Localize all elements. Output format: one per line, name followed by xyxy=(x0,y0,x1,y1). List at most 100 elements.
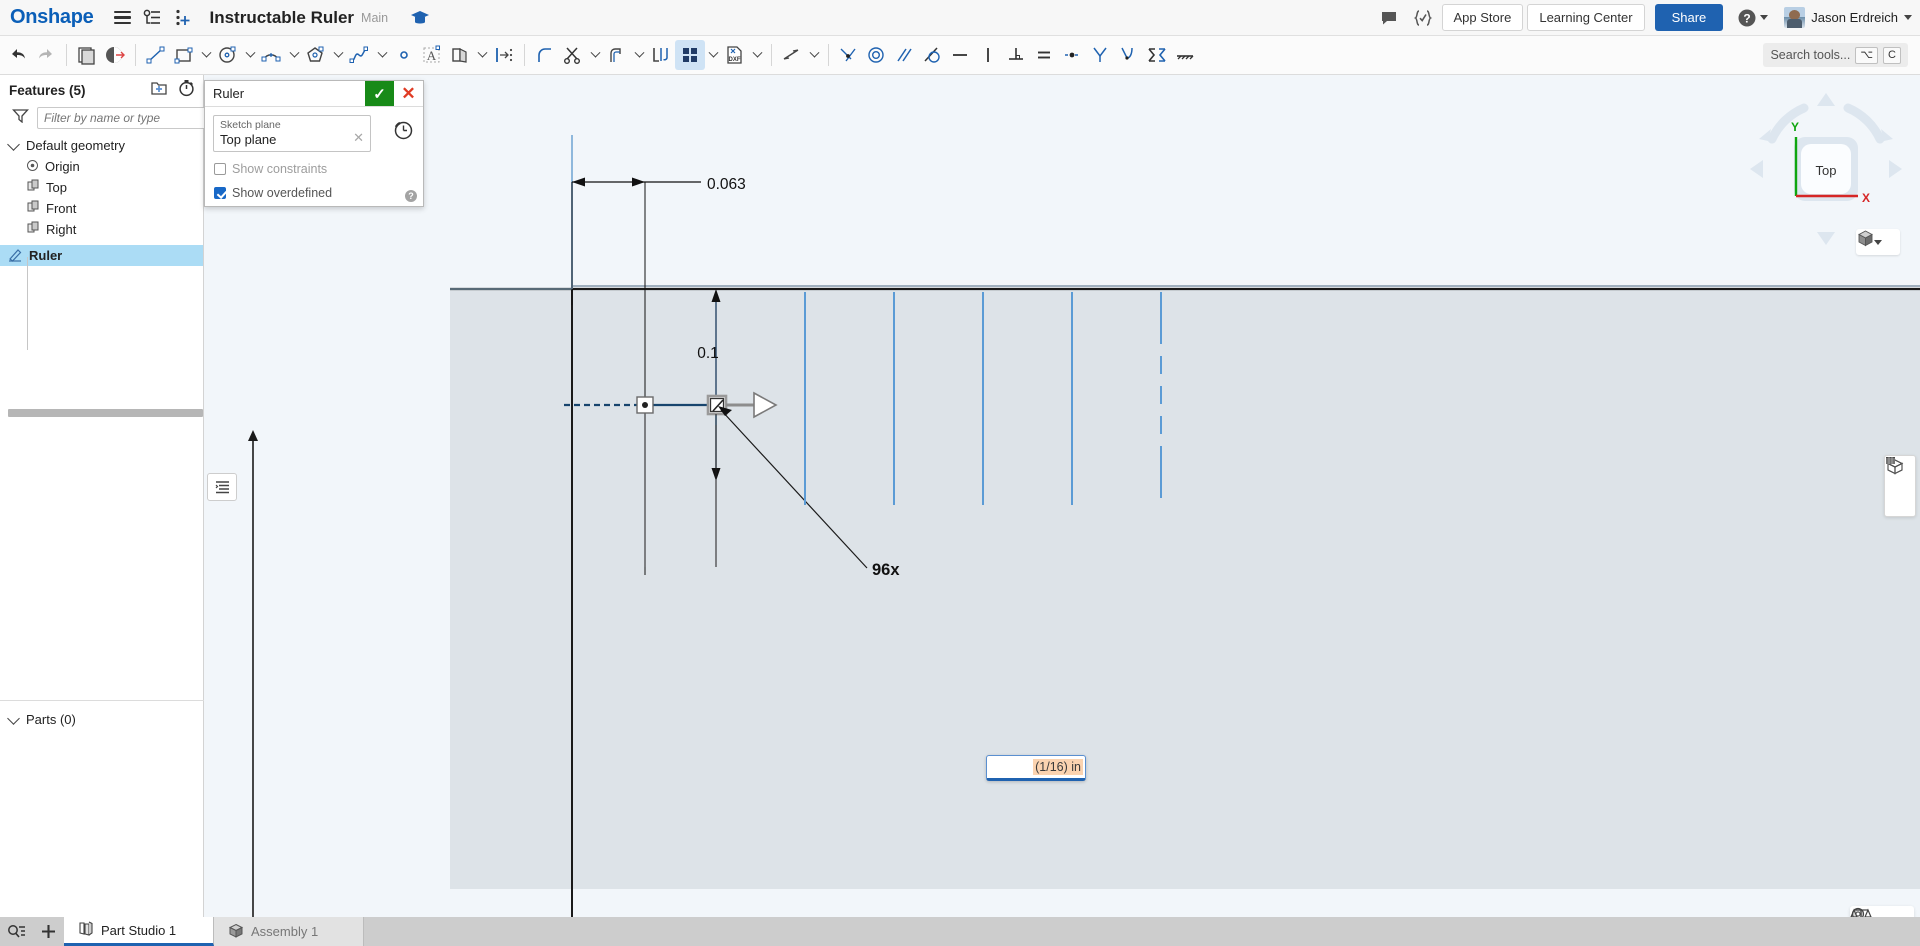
fix-constraint-button[interactable] xyxy=(1171,40,1199,70)
graduation-cap-icon[interactable] xyxy=(408,6,432,30)
arc-tool-button[interactable] xyxy=(258,40,286,70)
import-dxf-button[interactable]: DXF xyxy=(721,40,749,70)
tangent-constraint-button[interactable] xyxy=(919,40,947,70)
feature-rollback-bar[interactable] xyxy=(8,409,203,417)
view-left-arrow xyxy=(1750,160,1763,178)
plane-tool-button[interactable] xyxy=(101,40,129,70)
help-menu[interactable]: ? xyxy=(1737,8,1769,28)
display-style-dropdown[interactable] xyxy=(1856,229,1900,255)
dimension-value-text[interactable]: (1/16) in xyxy=(1033,759,1083,775)
app-store-button[interactable]: App Store xyxy=(1441,4,1524,31)
cad-canvas[interactable]: 0.063 0.1 96x (1/16) in Top Y X xyxy=(204,75,1920,946)
dimension-value-input[interactable]: (1/16) in xyxy=(986,755,1086,781)
document-title[interactable]: Instructable Ruler xyxy=(209,8,354,28)
add-feature-icon[interactable] xyxy=(167,3,197,33)
dimension-vertical-label: 0.1 xyxy=(697,345,719,362)
tab-assembly-1[interactable]: Assembly 1 xyxy=(214,917,364,946)
new-folder-icon[interactable] xyxy=(150,80,168,101)
sketch-accept-button[interactable]: ✓ xyxy=(365,81,394,106)
dxf-dropdown-chevron-down-icon[interactable] xyxy=(749,40,765,70)
perpendicular-constraint-button[interactable] xyxy=(1003,40,1031,70)
view-cube[interactable]: Top Y X xyxy=(1738,81,1914,257)
parts-group-header[interactable]: Parts (0) xyxy=(0,709,204,730)
filter-input[interactable] xyxy=(37,107,208,129)
concentric-constraint-button[interactable] xyxy=(863,40,891,70)
workspace-label[interactable]: Main xyxy=(361,11,388,25)
line-tool-button[interactable] xyxy=(142,40,170,70)
trim-button[interactable] xyxy=(559,40,587,70)
coincident-constraint-button[interactable] xyxy=(835,40,863,70)
show-overdefined-row[interactable]: Show overdefined xyxy=(213,186,415,200)
circle-tool-button[interactable] xyxy=(214,40,242,70)
sketch-cancel-button[interactable]: ✕ xyxy=(394,81,423,106)
help-icon[interactable]: ? xyxy=(405,190,417,202)
add-tab-icon[interactable] xyxy=(32,917,64,946)
sidebar-item-ruler[interactable]: Ruler xyxy=(0,245,203,266)
sketch-history-icon[interactable] xyxy=(394,121,413,145)
symmetric-constraint-button[interactable] xyxy=(1087,40,1115,70)
dimension-dropdown-chevron-down-icon[interactable] xyxy=(806,40,822,70)
use-project-button[interactable] xyxy=(647,40,675,70)
feature-list-button[interactable] xyxy=(207,473,237,501)
circle-dropdown-chevron-down-icon[interactable] xyxy=(242,40,258,70)
new-sketch-button[interactable] xyxy=(73,40,101,70)
point-tool-button[interactable] xyxy=(390,40,418,70)
history-timer-icon[interactable] xyxy=(178,79,195,102)
spline-dropdown-chevron-down-icon[interactable] xyxy=(374,40,390,70)
sketch-plane-field[interactable]: Sketch plane Top plane ✕ xyxy=(213,115,371,152)
sidebar-item-front[interactable]: Front xyxy=(0,198,203,219)
mirror-dropdown-chevron-down-icon[interactable] xyxy=(474,40,490,70)
hamburger-menu-icon[interactable] xyxy=(107,3,137,33)
show-overdefined-checkbox[interactable] xyxy=(214,187,226,199)
sketch-fillet-button[interactable] xyxy=(531,40,559,70)
default-geometry-group[interactable]: Default geometry xyxy=(0,135,203,156)
clear-x-icon[interactable]: ✕ xyxy=(353,130,364,146)
sidebar-item-origin[interactable]: Origin xyxy=(0,156,203,177)
polygon-tool-button[interactable] xyxy=(302,40,330,70)
show-constraints-checkbox[interactable] xyxy=(214,163,226,175)
midpoint-constraint-button[interactable] xyxy=(1059,40,1087,70)
user-menu[interactable]: Jason Erdreich xyxy=(1784,7,1912,28)
offset-dropdown-chevron-down-icon[interactable] xyxy=(631,40,647,70)
search-input[interactable]: Search tools... xyxy=(1770,48,1850,62)
search-tools-box[interactable]: Search tools... ⌥ C xyxy=(1763,43,1908,67)
spline-tool-button[interactable] xyxy=(346,40,374,70)
render-view-button[interactable] xyxy=(1885,457,1915,516)
trim-dropdown-chevron-down-icon[interactable] xyxy=(587,40,603,70)
featurescript-icon[interactable] xyxy=(1408,3,1438,33)
polygon-dropdown-chevron-down-icon[interactable] xyxy=(330,40,346,70)
curvature-constraint-button[interactable] xyxy=(1115,40,1143,70)
dimension-button[interactable] xyxy=(778,40,806,70)
equal-constraint-button[interactable] xyxy=(1031,40,1059,70)
onshape-logo[interactable]: Onshape xyxy=(10,6,94,29)
mirror-tool-button[interactable] xyxy=(446,40,474,70)
share-button[interactable]: Share xyxy=(1654,4,1724,31)
filter-funnel-icon[interactable] xyxy=(12,108,29,128)
sketch-name-label[interactable]: Ruler xyxy=(205,81,365,106)
learning-center-button[interactable]: Learning Center xyxy=(1527,4,1645,31)
rectangle-dropdown-chevron-down-icon[interactable] xyxy=(198,40,214,70)
chevron-down-icon xyxy=(7,711,20,725)
redo-button[interactable] xyxy=(32,40,60,70)
tab-part-studio-1[interactable]: Part Studio 1 xyxy=(64,917,214,946)
undo-button[interactable] xyxy=(4,40,32,70)
grid-button[interactable] xyxy=(675,40,705,70)
offset-button[interactable] xyxy=(603,40,631,70)
tab-search-icon[interactable] xyxy=(0,917,32,946)
question-mark-icon: ? xyxy=(1738,9,1756,26)
sidebar-item-top[interactable]: Top xyxy=(0,177,203,198)
show-constraints-row[interactable]: Show constraints xyxy=(213,162,415,176)
linear-pattern-button[interactable] xyxy=(490,40,518,70)
version-graph-icon[interactable] xyxy=(137,3,167,33)
sketch-text-tool-button[interactable]: A xyxy=(418,40,446,70)
parallel-constraint-button[interactable] xyxy=(891,40,919,70)
arc-dropdown-chevron-down-icon[interactable] xyxy=(286,40,302,70)
sidebar-item-right[interactable]: Right xyxy=(0,219,203,240)
grid-dropdown-chevron-down-icon[interactable] xyxy=(705,40,721,70)
toolbar-divider xyxy=(524,44,525,66)
horizontal-constraint-button[interactable] xyxy=(947,40,975,70)
rectangle-tool-button[interactable] xyxy=(170,40,198,70)
comment-icon[interactable] xyxy=(1374,3,1404,33)
construction-toggle-button[interactable] xyxy=(1143,40,1171,70)
vertical-constraint-button[interactable] xyxy=(975,40,1003,70)
